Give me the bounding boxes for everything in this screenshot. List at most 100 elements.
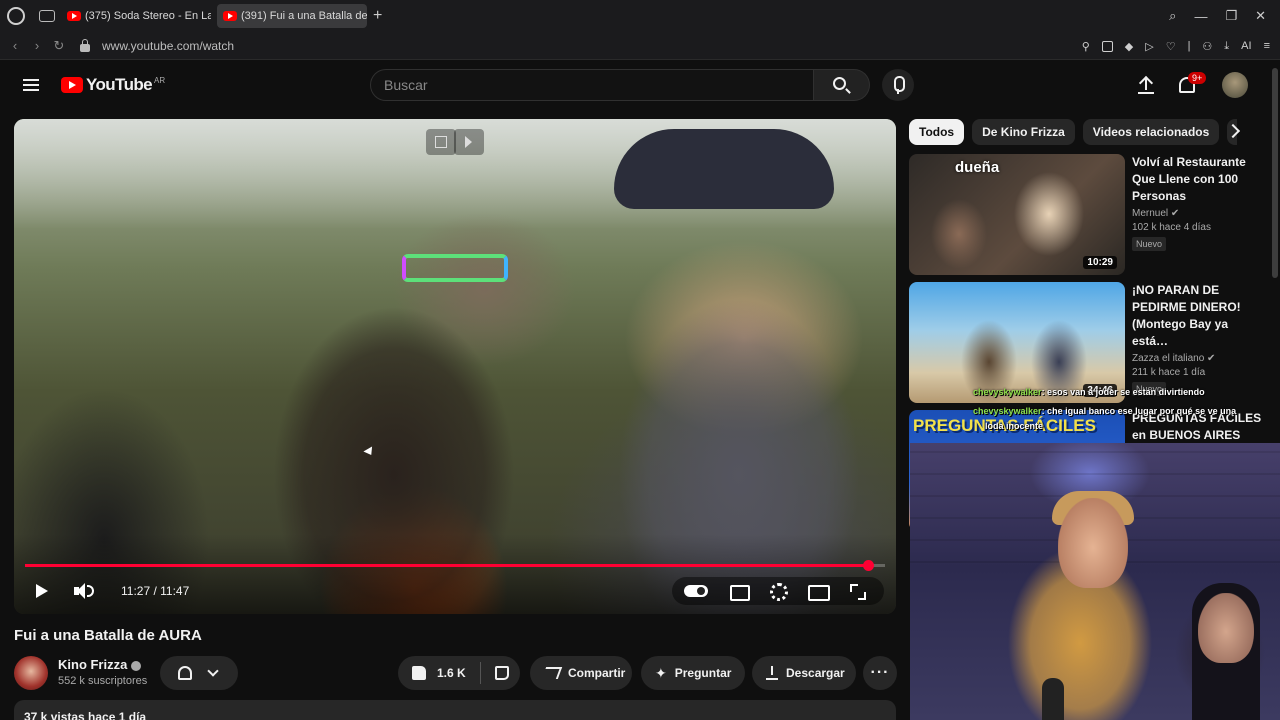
- video-title: Fui a una Batalla de AURA: [14, 627, 202, 644]
- channel-avatar[interactable]: [14, 656, 48, 690]
- description-box[interactable]: 37 k vistas hace 1 día: [14, 700, 896, 720]
- video-meta: Volví al Restaurante Que Llene con 100 P…: [1132, 154, 1262, 252]
- download-arrow-icon: [766, 666, 778, 680]
- chat-message: loda inocente: [985, 421, 1044, 431]
- shield-icon[interactable]: ◆: [1125, 40, 1133, 53]
- like-count[interactable]: 1.6 K: [437, 666, 466, 680]
- close-window-button[interactable]: ✕: [1255, 8, 1266, 24]
- settings-gear-icon[interactable]: [758, 577, 798, 605]
- progress-scrubber[interactable]: [862, 560, 874, 571]
- search-button[interactable]: [814, 69, 870, 101]
- send-icon[interactable]: ▷: [1145, 40, 1153, 53]
- upload-icon: [1138, 92, 1154, 94]
- bell-icon: [178, 666, 192, 680]
- account-avatar[interactable]: [1222, 72, 1248, 98]
- search-input[interactable]: Buscar: [370, 69, 814, 101]
- pip-icon[interactable]: [426, 129, 456, 155]
- channel-name[interactable]: Kino Frizza: [58, 657, 127, 672]
- heart-icon[interactable]: ♡: [1166, 40, 1176, 53]
- video-title[interactable]: ¡NO PARAN DE PEDIRME DINERO! (Montego Ba…: [1132, 282, 1262, 350]
- menu-icon[interactable]: ≡: [1264, 40, 1270, 52]
- sparkle-icon: ✦: [655, 664, 667, 681]
- ai-button[interactable]: AI: [1241, 40, 1251, 52]
- forward-button[interactable]: ›: [26, 38, 48, 53]
- fullscreen-button[interactable]: [838, 577, 878, 605]
- chip-related[interactable]: Videos relacionados: [1082, 119, 1220, 145]
- video-frame-cap: [614, 129, 834, 209]
- create-button[interactable]: [1138, 76, 1154, 94]
- progress-bar[interactable]: [25, 560, 885, 571]
- video-thumbnail[interactable]: dueña 10:29: [909, 154, 1125, 275]
- opera-logo-icon[interactable]: [7, 7, 25, 25]
- play-button[interactable]: [34, 578, 50, 604]
- back-button[interactable]: ‹: [4, 38, 26, 53]
- address-bar: ‹ › ↻ www.youtube.com/watch ⚲ ◆ ▷ ♡ | ⚇ …: [0, 32, 1280, 60]
- youtube-favicon-icon: [67, 11, 81, 21]
- video-frame-glasses: [402, 254, 508, 282]
- page-scrollbar[interactable]: [1272, 68, 1278, 278]
- video-thumbnail[interactable]: 34:46: [909, 282, 1125, 403]
- like-thumb-icon[interactable]: [412, 666, 426, 680]
- webcam-microphone: [1042, 678, 1064, 720]
- verified-check-icon: ✔: [1207, 353, 1216, 364]
- verified-check-icon: [131, 660, 142, 671]
- youtube-header: YouTube AR Buscar 9+: [0, 60, 1270, 110]
- dislike-thumb-icon[interactable]: [494, 666, 509, 680]
- related-filter-chips: Todos De Kino Frizza Videos relacionados: [909, 119, 1238, 145]
- video-title[interactable]: Volví al Restaurante Que Llene con 100 P…: [1132, 154, 1262, 205]
- time-display: 11:27 / 11:47: [121, 584, 190, 598]
- more-actions-button[interactable]: ···: [863, 656, 897, 690]
- progress-fill: [25, 564, 868, 567]
- chat-message: chevyskywalker: che igual banco ese luga…: [973, 406, 1237, 416]
- download-label: Descargar: [786, 666, 845, 680]
- like-divider: [479, 662, 481, 684]
- chip-todos[interactable]: Todos: [909, 119, 965, 145]
- theater-mode-button[interactable]: [798, 577, 838, 605]
- restore-button[interactable]: ❐: [1225, 8, 1237, 24]
- video-player[interactable]: 11:27 / 11:47: [14, 119, 896, 614]
- snapshot-icon[interactable]: [1101, 40, 1113, 52]
- reload-button[interactable]: ↻: [48, 38, 70, 54]
- right-controls: [672, 577, 884, 605]
- share-arrow-icon: [541, 667, 563, 679]
- youtube-logo[interactable]: YouTube AR: [61, 75, 165, 95]
- ask-button[interactable]: ✦ Preguntar: [641, 656, 745, 690]
- next-video-icon[interactable]: [454, 129, 484, 155]
- webcam-overlay: [910, 443, 1280, 720]
- channel-name-row[interactable]: Kino Frizza: [58, 657, 142, 672]
- search-tabs-icon[interactable]: ⌕: [1169, 8, 1176, 24]
- chevron-down-icon: [207, 665, 219, 677]
- channel-name[interactable]: Zazza el italiano ✔: [1132, 353, 1262, 364]
- pin-icon[interactable]: ⚲: [1082, 40, 1090, 53]
- channel-name[interactable]: Mernuel ✔: [1132, 208, 1262, 219]
- tab-title: (375) Soda Stereo - En La C: [85, 10, 211, 22]
- browser-tab[interactable]: (375) Soda Stereo - En La C: [61, 4, 211, 28]
- new-tab-button[interactable]: +: [373, 7, 382, 25]
- subscription-bell-button[interactable]: [160, 656, 238, 690]
- volume-button[interactable]: [74, 578, 96, 604]
- chip-channel[interactable]: De Kino Frizza: [972, 119, 1075, 145]
- description-views: 37 k vistas hace 1 día: [24, 710, 147, 720]
- browser-tab-bar: (375) Soda Stereo - En La C (391) Fui a …: [0, 0, 1280, 32]
- download-button[interactable]: Descargar: [752, 656, 856, 690]
- autoplay-toggle[interactable]: [678, 577, 718, 605]
- webcam-person-left: [1058, 498, 1128, 588]
- view-count: 211 k hace 1 día: [1132, 367, 1206, 378]
- subscriber-count: 552 k suscriptores: [58, 675, 148, 687]
- share-button[interactable]: Compartir: [530, 656, 632, 690]
- url-field[interactable]: www.youtube.com/watch: [102, 39, 234, 53]
- youtube-play-icon: [61, 77, 83, 93]
- download-icon[interactable]: ⤓: [1224, 40, 1229, 53]
- browser-tab-active[interactable]: (391) Fui a una Batalla de A: [217, 4, 367, 28]
- new-badge: Nuevo: [1132, 237, 1167, 251]
- subtitles-button[interactable]: [718, 577, 758, 605]
- like-dislike-group: 1.6 K: [398, 656, 520, 690]
- voice-search-button[interactable]: [882, 69, 914, 101]
- webcam-person-right: [1198, 593, 1254, 663]
- wallet-icon[interactable]: ⚇: [1202, 40, 1212, 53]
- view-count: 102 k hace 4 días: [1132, 222, 1211, 233]
- tab-island-icon[interactable]: [39, 10, 55, 22]
- video-meta: ¡NO PARAN DE PEDIRME DINERO! (Montego Ba…: [1132, 282, 1262, 397]
- hamburger-menu-icon[interactable]: [23, 79, 39, 91]
- minimize-button[interactable]: —: [1194, 9, 1207, 24]
